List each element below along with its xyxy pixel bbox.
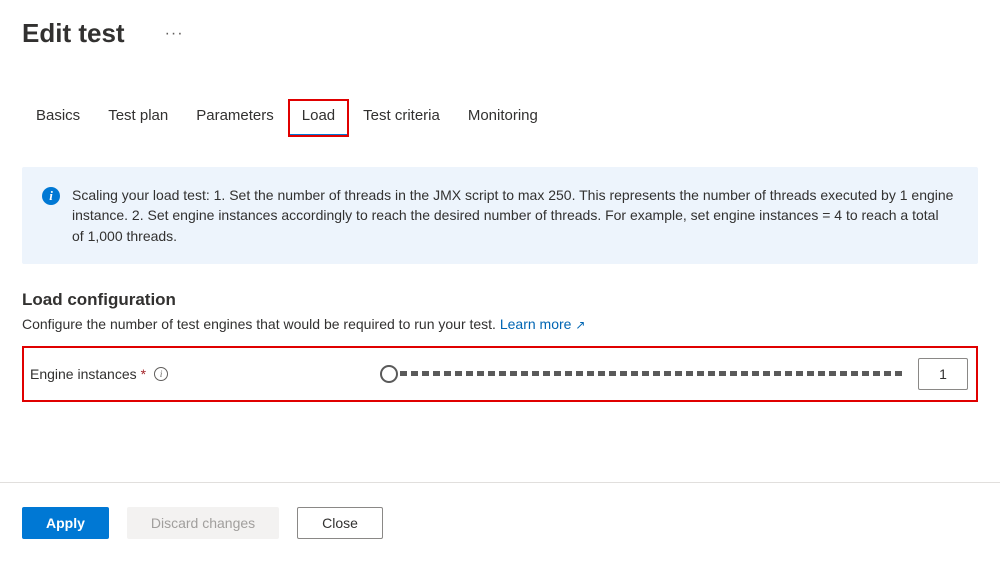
external-link-icon: ↗: [575, 318, 585, 332]
help-icon[interactable]: i: [154, 367, 168, 381]
footer-divider: [0, 482, 1000, 483]
required-icon: *: [141, 366, 146, 382]
info-icon: i: [42, 187, 60, 205]
more-icon[interactable]: ···: [165, 25, 184, 43]
engine-instances-input[interactable]: [918, 358, 968, 390]
apply-button[interactable]: Apply: [22, 507, 109, 539]
tab-monitoring[interactable]: Monitoring: [454, 99, 552, 137]
footer: Apply Discard changes Close: [22, 507, 383, 539]
engine-instances-label: Engine instances * i: [28, 366, 368, 382]
tab-basics[interactable]: Basics: [22, 99, 94, 137]
title-row: Edit test ···: [22, 18, 978, 49]
tab-load[interactable]: Load: [288, 99, 349, 137]
tab-test-plan[interactable]: Test plan: [94, 99, 182, 137]
tab-parameters[interactable]: Parameters: [182, 99, 288, 137]
section-title: Load configuration: [22, 290, 978, 310]
info-box: i Scaling your load test: 1. Set the num…: [22, 167, 978, 264]
learn-more-link[interactable]: Learn more ↗: [500, 316, 586, 332]
tabs: Basics Test plan Parameters Load Test cr…: [22, 99, 978, 137]
slider-thumb-icon[interactable]: [380, 365, 398, 383]
section-description-text: Configure the number of test engines tha…: [22, 316, 500, 332]
tab-test-criteria[interactable]: Test criteria: [349, 99, 454, 137]
engine-instances-slider[interactable]: [380, 364, 904, 384]
info-text: Scaling your load test: 1. Set the numbe…: [72, 185, 954, 246]
discard-changes-button[interactable]: Discard changes: [127, 507, 279, 539]
close-button[interactable]: Close: [297, 507, 383, 539]
slider-track: [400, 371, 904, 376]
page-title: Edit test: [22, 18, 125, 49]
engine-instances-row: Engine instances * i: [22, 346, 978, 402]
section-description: Configure the number of test engines tha…: [22, 316, 978, 332]
